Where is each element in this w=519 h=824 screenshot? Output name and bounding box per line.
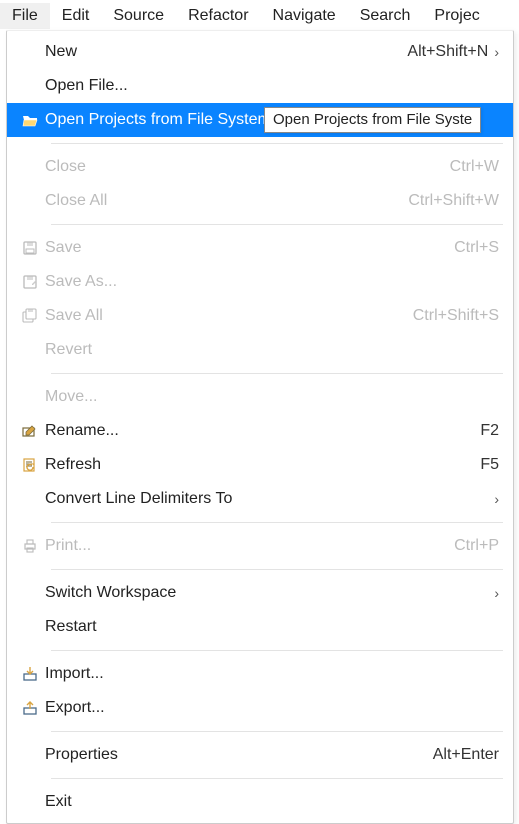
menubar-item-refactor[interactable]: Refactor [176, 3, 260, 29]
menubar-item-edit[interactable]: Edit [50, 3, 102, 29]
menu-item-save: Save Ctrl+S [7, 231, 513, 265]
menu-item-label: Import... [45, 665, 499, 683]
menubar: FileEditSourceRefactorNavigateSearchProj… [0, 0, 519, 32]
menu-item-switch-workspace[interactable]: Switch Workspace › [7, 576, 513, 610]
menu-item-label: Revert [45, 341, 499, 359]
menu-item-label: Save As... [45, 273, 499, 291]
menu-item-label: Convert Line Delimiters To [45, 490, 488, 508]
menu-item-label: Exit [45, 793, 499, 811]
menu-separator [51, 731, 503, 732]
menu-separator [51, 650, 503, 651]
file-menu-dropdown: New Alt+Shift+N › Open File... Open Projects… [6, 30, 514, 824]
menu-separator [51, 373, 503, 374]
menu-item-shortcut: Ctrl+P [454, 537, 499, 555]
menu-item-move: Move... [7, 380, 513, 414]
menu-item-import[interactable]: Import... [7, 657, 513, 691]
menu-item-refresh[interactable]: Refresh F5 [7, 448, 513, 482]
menu-item-shortcut: Alt+Shift+N [407, 43, 488, 61]
menu-item-label: Refresh [45, 456, 470, 474]
chevron-right-icon: › [494, 491, 499, 507]
menu-item-close-all: Close All Ctrl+Shift+W [7, 184, 513, 218]
menu-item-shortcut: F2 [480, 422, 499, 440]
menu-item-label: Save All [45, 307, 403, 325]
menu-item-shortcut: Ctrl+Shift+S [413, 307, 499, 325]
menu-item-print: Print... Ctrl+P [7, 529, 513, 563]
menu-item-restart[interactable]: Restart [7, 610, 513, 644]
save-all-icon [15, 308, 45, 324]
menu-item-close: Close Ctrl+W [7, 150, 513, 184]
menu-separator [51, 569, 503, 570]
menubar-item-projec[interactable]: Projec [422, 3, 491, 29]
import-icon [15, 666, 45, 682]
tooltip: Open Projects from File Syste [264, 107, 481, 133]
folder-open-icon [15, 112, 45, 128]
menu-item-shortcut: Ctrl+Shift+W [408, 192, 499, 210]
menubar-item-navigate[interactable]: Navigate [261, 3, 348, 29]
tooltip-text: Open Projects from File Syste [273, 111, 472, 128]
save-as-icon [15, 274, 45, 290]
menu-separator [51, 778, 503, 779]
menu-item-shortcut: F5 [480, 456, 499, 474]
menu-item-save-all: Save All Ctrl+Shift+S [7, 299, 513, 333]
menu-item-label: Restart [45, 618, 499, 636]
menu-item-label: Close [45, 158, 440, 176]
menu-item-export[interactable]: Export... [7, 691, 513, 725]
rename-icon [15, 423, 45, 439]
menu-item-label: Export... [45, 699, 499, 717]
menu-item-label: Switch Workspace [45, 584, 488, 602]
menu-item-shortcut: Alt+Enter [433, 746, 499, 764]
menu-item-label: Properties [45, 746, 423, 764]
menubar-item-source[interactable]: Source [101, 3, 176, 29]
menu-item-properties[interactable]: Properties Alt+Enter [7, 738, 513, 772]
menu-item-save-as: Save As... [7, 265, 513, 299]
menu-separator [51, 224, 503, 225]
menu-item-convert-line-delimiters-to[interactable]: Convert Line Delimiters To › [7, 482, 513, 516]
menu-item-label: Open File... [45, 77, 499, 95]
menu-item-rename[interactable]: Rename... F2 [7, 414, 513, 448]
menu-item-label: Rename... [45, 422, 470, 440]
menubar-item-file[interactable]: File [0, 3, 50, 29]
menu-item-label: Close All [45, 192, 398, 210]
menu-item-exit[interactable]: Exit [7, 785, 513, 819]
refresh-icon [15, 457, 45, 473]
export-icon [15, 700, 45, 716]
menu-item-label: New [45, 43, 397, 61]
save-icon [15, 240, 45, 256]
menu-item-new[interactable]: New Alt+Shift+N › [7, 35, 513, 69]
menubar-item-search[interactable]: Search [348, 3, 423, 29]
menu-item-shortcut: Ctrl+W [450, 158, 499, 176]
menu-separator [51, 522, 503, 523]
menu-item-revert: Revert [7, 333, 513, 367]
print-icon [15, 538, 45, 554]
menu-item-open-file[interactable]: Open File... [7, 69, 513, 103]
menu-item-label: Print... [45, 537, 444, 555]
menu-item-label: Move... [45, 388, 499, 406]
menu-item-label: Save [45, 239, 444, 257]
chevron-right-icon: › [494, 44, 499, 60]
menu-item-shortcut: Ctrl+S [454, 239, 499, 257]
chevron-right-icon: › [494, 585, 499, 601]
menu-separator [51, 143, 503, 144]
